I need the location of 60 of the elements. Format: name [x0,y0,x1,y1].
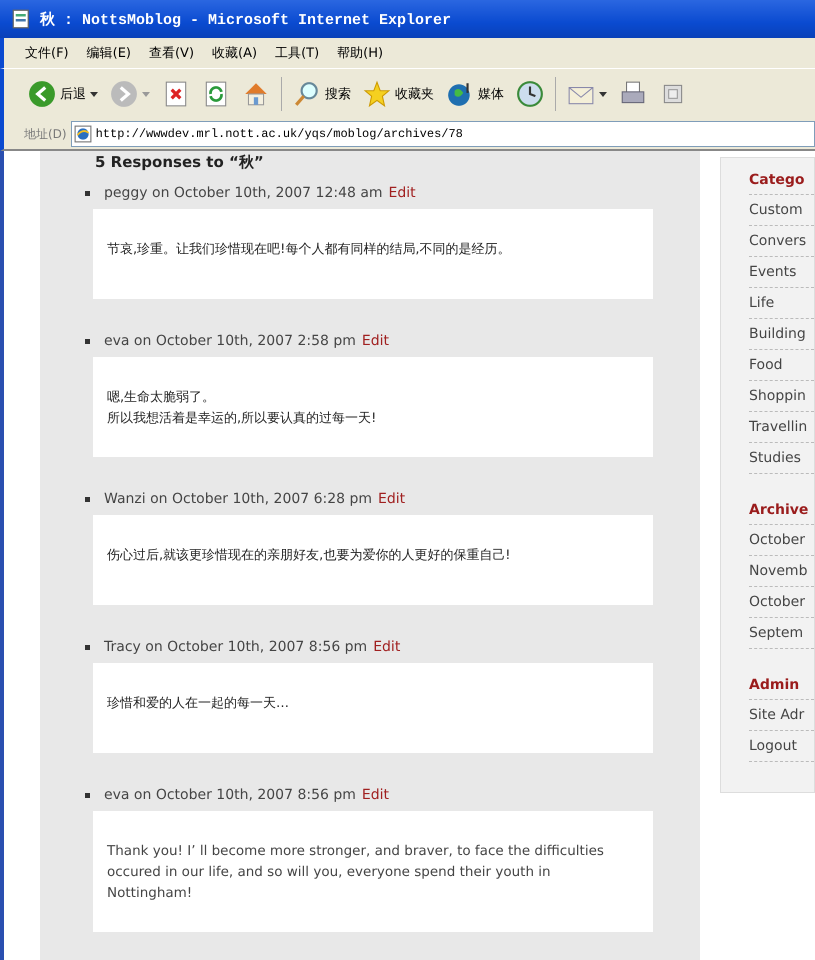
caret-icon [142,92,150,96]
bullet-icon [85,496,90,502]
edit-link[interactable]: Edit [373,639,400,655]
sidebar-link[interactable]: October [749,525,814,556]
search-button[interactable]: 搜索 [289,77,355,111]
comment-text: 嗯,生命太脆弱了。 [107,389,216,407]
sidebar-link[interactable]: Shoppin [749,381,814,412]
back-button[interactable]: 后退 [24,77,102,111]
bullet-icon [85,644,90,650]
comment-meta: peggy on October 10th, 2007 12:48 am [104,185,383,201]
edit-link[interactable]: Edit [362,787,389,803]
caret-icon [90,92,98,96]
comment-meta: eva on October 10th, 2007 8:56 pm [104,787,356,803]
menu-item[interactable]: 编辑(E) [80,42,138,64]
menu-item[interactable]: 查看(V) [142,42,202,64]
menu-item[interactable]: 帮助(H) [330,42,390,64]
menu-item[interactable]: 收藏(A) [205,42,264,64]
sidebar-link[interactable]: Site Adr [749,700,814,731]
comment-text: 伤心过后,就该更珍惜现在的亲朋好友,也要为爱你的人更好的保重自己! [107,547,512,565]
bullet-icon [85,338,90,344]
comment-text: 所以我想活着是幸运的,所以要认真的过每一天! [107,410,378,428]
star-icon [363,80,391,108]
caret-icon [599,92,607,96]
comments-heading: 5 Responses to “秋” [95,153,265,171]
edit-link[interactable]: Edit [378,491,406,507]
sidebar-link[interactable]: Travellin [749,412,814,443]
sidebar-heading: Archive [749,496,814,525]
bullet-icon [85,792,90,798]
media-button[interactable]: 媒体 [442,77,508,111]
comment-text: 节哀,珍重。让我们珍惜现在吧!每个人都有同样的结局,不同的是经历。 [107,241,512,259]
address-field[interactable]: http://wwwdev.mrl.nott.ac.uk/yqs/moblog/archives/78 [70,121,815,147]
window-title: 秋 : NottsMoblog - Microsoft Internet Explorer [40,10,452,28]
sidebar-link[interactable]: Events [749,257,814,288]
sidebar-heading: Catego [749,166,814,195]
comment-meta: Wanzi on October 10th, 2007 6:28 pm [104,491,372,507]
sidebar-link[interactable]: Food [749,350,814,381]
sidebar-link[interactable]: Convers [749,226,814,257]
page-icon [12,9,32,29]
comment-text: 珍惜和爱的人在一起的每一天… [107,695,290,713]
sidebar-link[interactable]: Life [749,288,814,319]
edit-link[interactable]: Edit [362,333,389,349]
comment-meta: Tracy on October 10th, 2007 8:56 pm [104,639,368,655]
sidebar-link[interactable]: Novemb [749,556,814,587]
edit-link[interactable]: Edit [388,185,416,201]
sidebar-link[interactable]: Studies [749,443,814,474]
sidebar-heading: Admin [749,671,814,700]
magnifier-icon [293,80,321,108]
comment-text: Thank you! I’ ll become more stronger, and braver, to face the difficulties occured in our life, and so will you, everyone spend their youth in Nottingham! [107,842,605,903]
sidebar-link[interactable]: Custom [749,195,814,226]
menu-item[interactable]: 文件(F) [18,42,76,64]
comment-meta: eva on October 10th, 2007 2:58 pm [104,333,356,349]
bullet-icon [85,190,90,196]
sidebar-link[interactable]: Logout [749,731,814,762]
menu-item[interactable]: 工具(T) [268,42,326,64]
favorites-button[interactable]: 收藏夹 [359,77,438,111]
address-label: 地址(D) [24,126,67,142]
page-icon [74,125,92,143]
sidebar-link[interactable]: Septem [749,618,814,649]
sidebar-link[interactable]: October [749,587,814,618]
sidebar-link[interactable]: Building [749,319,814,350]
